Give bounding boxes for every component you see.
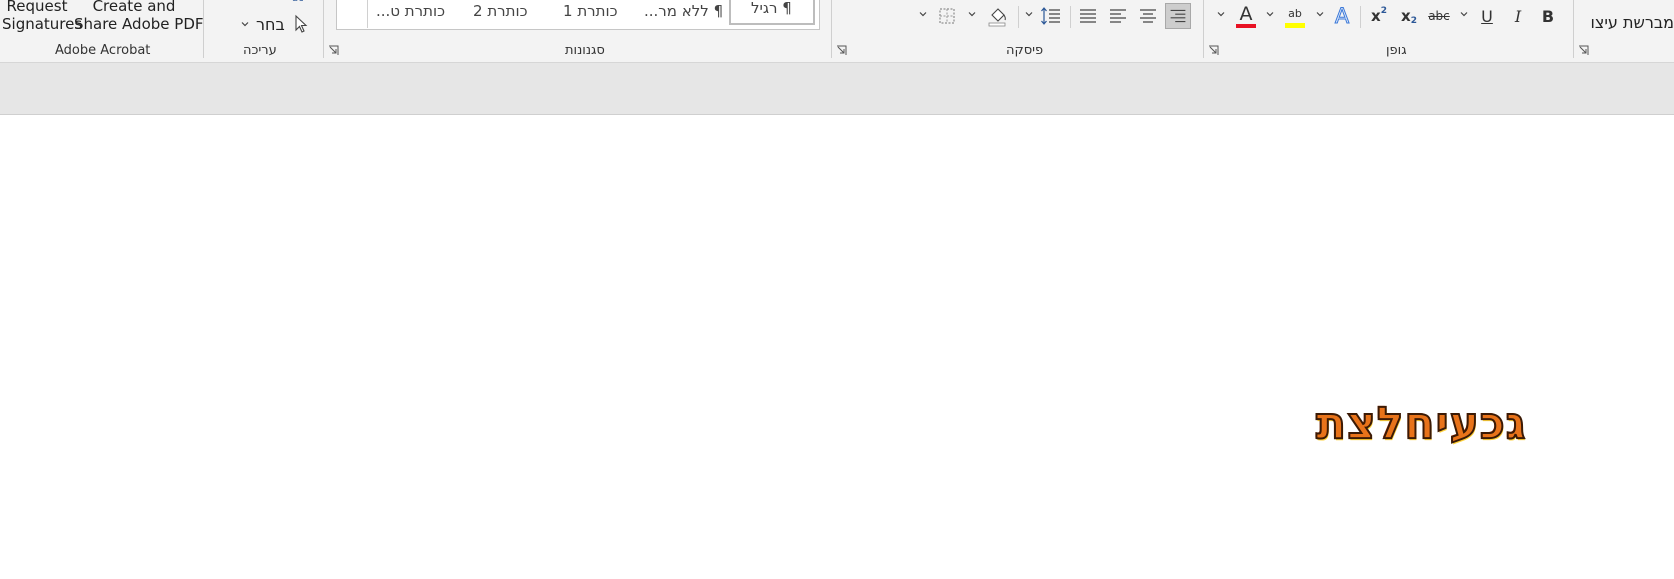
- group-separator: [1203, 0, 1204, 58]
- text-effects-dropdown-icon[interactable]: [1315, 9, 1325, 19]
- font-divider: [1360, 6, 1361, 28]
- highlight-button[interactable]: ab: [1281, 3, 1309, 29]
- format-painter-button[interactable]: מברשת עיצוב: [1591, 13, 1674, 32]
- cursor-arrow-icon: [295, 14, 308, 33]
- request-signatures-line1: Request: [6, 0, 68, 15]
- request-signatures-button[interactable]: Request Signatures: [2, 0, 83, 33]
- font-color-bar: [1236, 24, 1256, 28]
- underline-button[interactable]: U: [1474, 3, 1500, 29]
- superscript-icon: x: [1371, 7, 1381, 25]
- group-separator: [203, 0, 204, 58]
- select-button[interactable]: בחר: [240, 12, 309, 36]
- create-share-pdf-button[interactable]: Create and Share Adobe PDF: [74, 0, 204, 33]
- select-label: בחר: [256, 14, 285, 34]
- style-heading-title[interactable]: כותרת ט...: [376, 2, 445, 20]
- group-separator: [831, 0, 832, 58]
- strikethrough-icon: abc: [1428, 9, 1450, 23]
- font-color-icon: A: [1239, 3, 1253, 25]
- superscript-mark: 2: [1380, 6, 1387, 16]
- shading-bucket-icon[interactable]: [984, 3, 1010, 29]
- text-effects-icon: A: [1334, 4, 1350, 29]
- strikethrough-button[interactable]: abc: [1426, 3, 1452, 29]
- align-center-icon[interactable]: [1135, 3, 1161, 29]
- ruler-area: [0, 63, 1674, 115]
- align-right-icon[interactable]: [1165, 3, 1191, 29]
- subscript-icon: x: [1401, 7, 1411, 25]
- chevron-down-icon: [241, 22, 249, 27]
- paragraph-divider: [1018, 6, 1019, 28]
- document-page[interactable]: [0, 115, 1674, 579]
- styles-gallery-more-button[interactable]: [337, 0, 368, 28]
- highlight-icon: ab: [1288, 6, 1302, 20]
- underline-icon: U: [1481, 6, 1493, 26]
- acrobat-group-label: Adobe Acrobat: [55, 43, 151, 58]
- editing-group-label: עריכה: [243, 43, 277, 58]
- group-separator: [323, 0, 324, 58]
- superscript-button[interactable]: x 2: [1366, 3, 1392, 29]
- subscript-button[interactable]: x 2: [1396, 3, 1422, 29]
- shading-dropdown-icon[interactable]: [967, 9, 977, 19]
- style-heading-1[interactable]: כותרת 1: [563, 2, 618, 20]
- document-wordart-text[interactable]: גכעיחלצת: [1315, 397, 1526, 450]
- style-normal-label: ¶ רגיל: [751, 0, 792, 17]
- line-spacing-icon[interactable]: [1038, 3, 1064, 29]
- bold-button[interactable]: B: [1535, 3, 1561, 29]
- highlight-dropdown-icon[interactable]: [1265, 9, 1275, 19]
- justify-icon[interactable]: [1075, 3, 1101, 29]
- bold-icon: B: [1541, 6, 1555, 26]
- group-separator: [1573, 0, 1574, 58]
- text-effects-button[interactable]: A: [1329, 3, 1355, 29]
- style-heading-2[interactable]: כותרת 2: [473, 2, 528, 20]
- paragraph-dialog-launcher-icon[interactable]: [836, 45, 847, 56]
- clipboard-dialog-launcher-icon[interactable]: [1578, 45, 1589, 56]
- styles-dialog-launcher-icon[interactable]: [328, 45, 339, 56]
- highlight-bar: [1285, 22, 1305, 28]
- paragraph-divider: [1070, 6, 1071, 28]
- italic-button[interactable]: I: [1505, 3, 1531, 29]
- font-color-dropdown-icon[interactable]: [1216, 9, 1226, 19]
- underline-dropdown-icon[interactable]: [1459, 9, 1469, 19]
- ribbon: Request Signatures Create and Share Adob…: [0, 0, 1674, 63]
- format-painter-label: מברשת עיצוב: [1591, 13, 1674, 32]
- style-normal[interactable]: ¶ רגיל: [729, 0, 815, 25]
- borders-icon[interactable]: [934, 3, 960, 29]
- request-signatures-line2: Signatures: [2, 15, 83, 33]
- font-dialog-launcher-icon[interactable]: [1208, 45, 1219, 56]
- font-color-button[interactable]: A: [1232, 3, 1260, 29]
- paragraph-group-label: פיסקה: [1006, 43, 1044, 58]
- subscript-mark: 2: [1410, 16, 1417, 26]
- font-group-label: גופן: [1386, 43, 1407, 58]
- styles-group-label: סגנונות: [565, 43, 605, 58]
- italic-icon: I: [1514, 6, 1522, 26]
- line-spacing-dropdown-icon[interactable]: [1024, 9, 1034, 19]
- create-share-line1: Create and: [92, 0, 176, 15]
- align-left-icon[interactable]: [1105, 3, 1131, 29]
- borders-dropdown-icon[interactable]: [918, 9, 928, 19]
- style-no-spacing[interactable]: ¶ ללא מר...: [644, 2, 723, 20]
- replace-icon[interactable]: ac: [292, 0, 304, 4]
- create-share-line2: Share Adobe PDF: [74, 15, 204, 33]
